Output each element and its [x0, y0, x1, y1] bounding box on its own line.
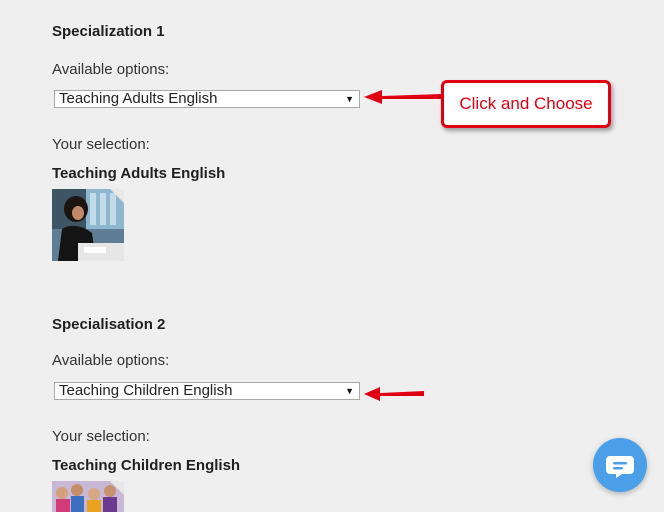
caret-down-icon: ▼ [345, 386, 354, 396]
callout-text: Click and Choose [459, 94, 593, 113]
section-2-selection-name: Teaching Children English [52, 457, 241, 474]
section-2-selection-label: Your selection: [52, 428, 150, 445]
section-1-selection-name: Teaching Adults English [52, 165, 226, 182]
chat-bubble-icon [606, 456, 634, 478]
teaching-adults-thumbnail [52, 189, 124, 261]
teaching-children-thumbnail [52, 481, 124, 512]
chat-button[interactable] [593, 438, 647, 492]
specialization-1-select[interactable]: Teaching Adults English ▼ [54, 90, 360, 108]
specialization-2-selected-value: Teaching Children English [59, 382, 233, 399]
section-1-title: Specialization 1 [52, 23, 165, 40]
click-and-choose-callout: Click and Choose [441, 80, 611, 128]
red-arrow-icon [364, 90, 442, 104]
specialization-2-select[interactable]: Teaching Children English ▼ [54, 382, 360, 400]
section-2-options-label: Available options: [52, 352, 170, 369]
section-1-options-label: Available options: [52, 61, 170, 78]
teaching-children-image [52, 481, 124, 512]
section-2-title: Specialisation 2 [52, 316, 166, 333]
teaching-adults-image [52, 189, 124, 261]
red-arrow-icon [364, 387, 424, 401]
caret-down-icon: ▼ [345, 94, 354, 104]
specialization-1-selected-value: Teaching Adults English [59, 90, 218, 107]
section-1-selection-label: Your selection: [52, 136, 150, 153]
